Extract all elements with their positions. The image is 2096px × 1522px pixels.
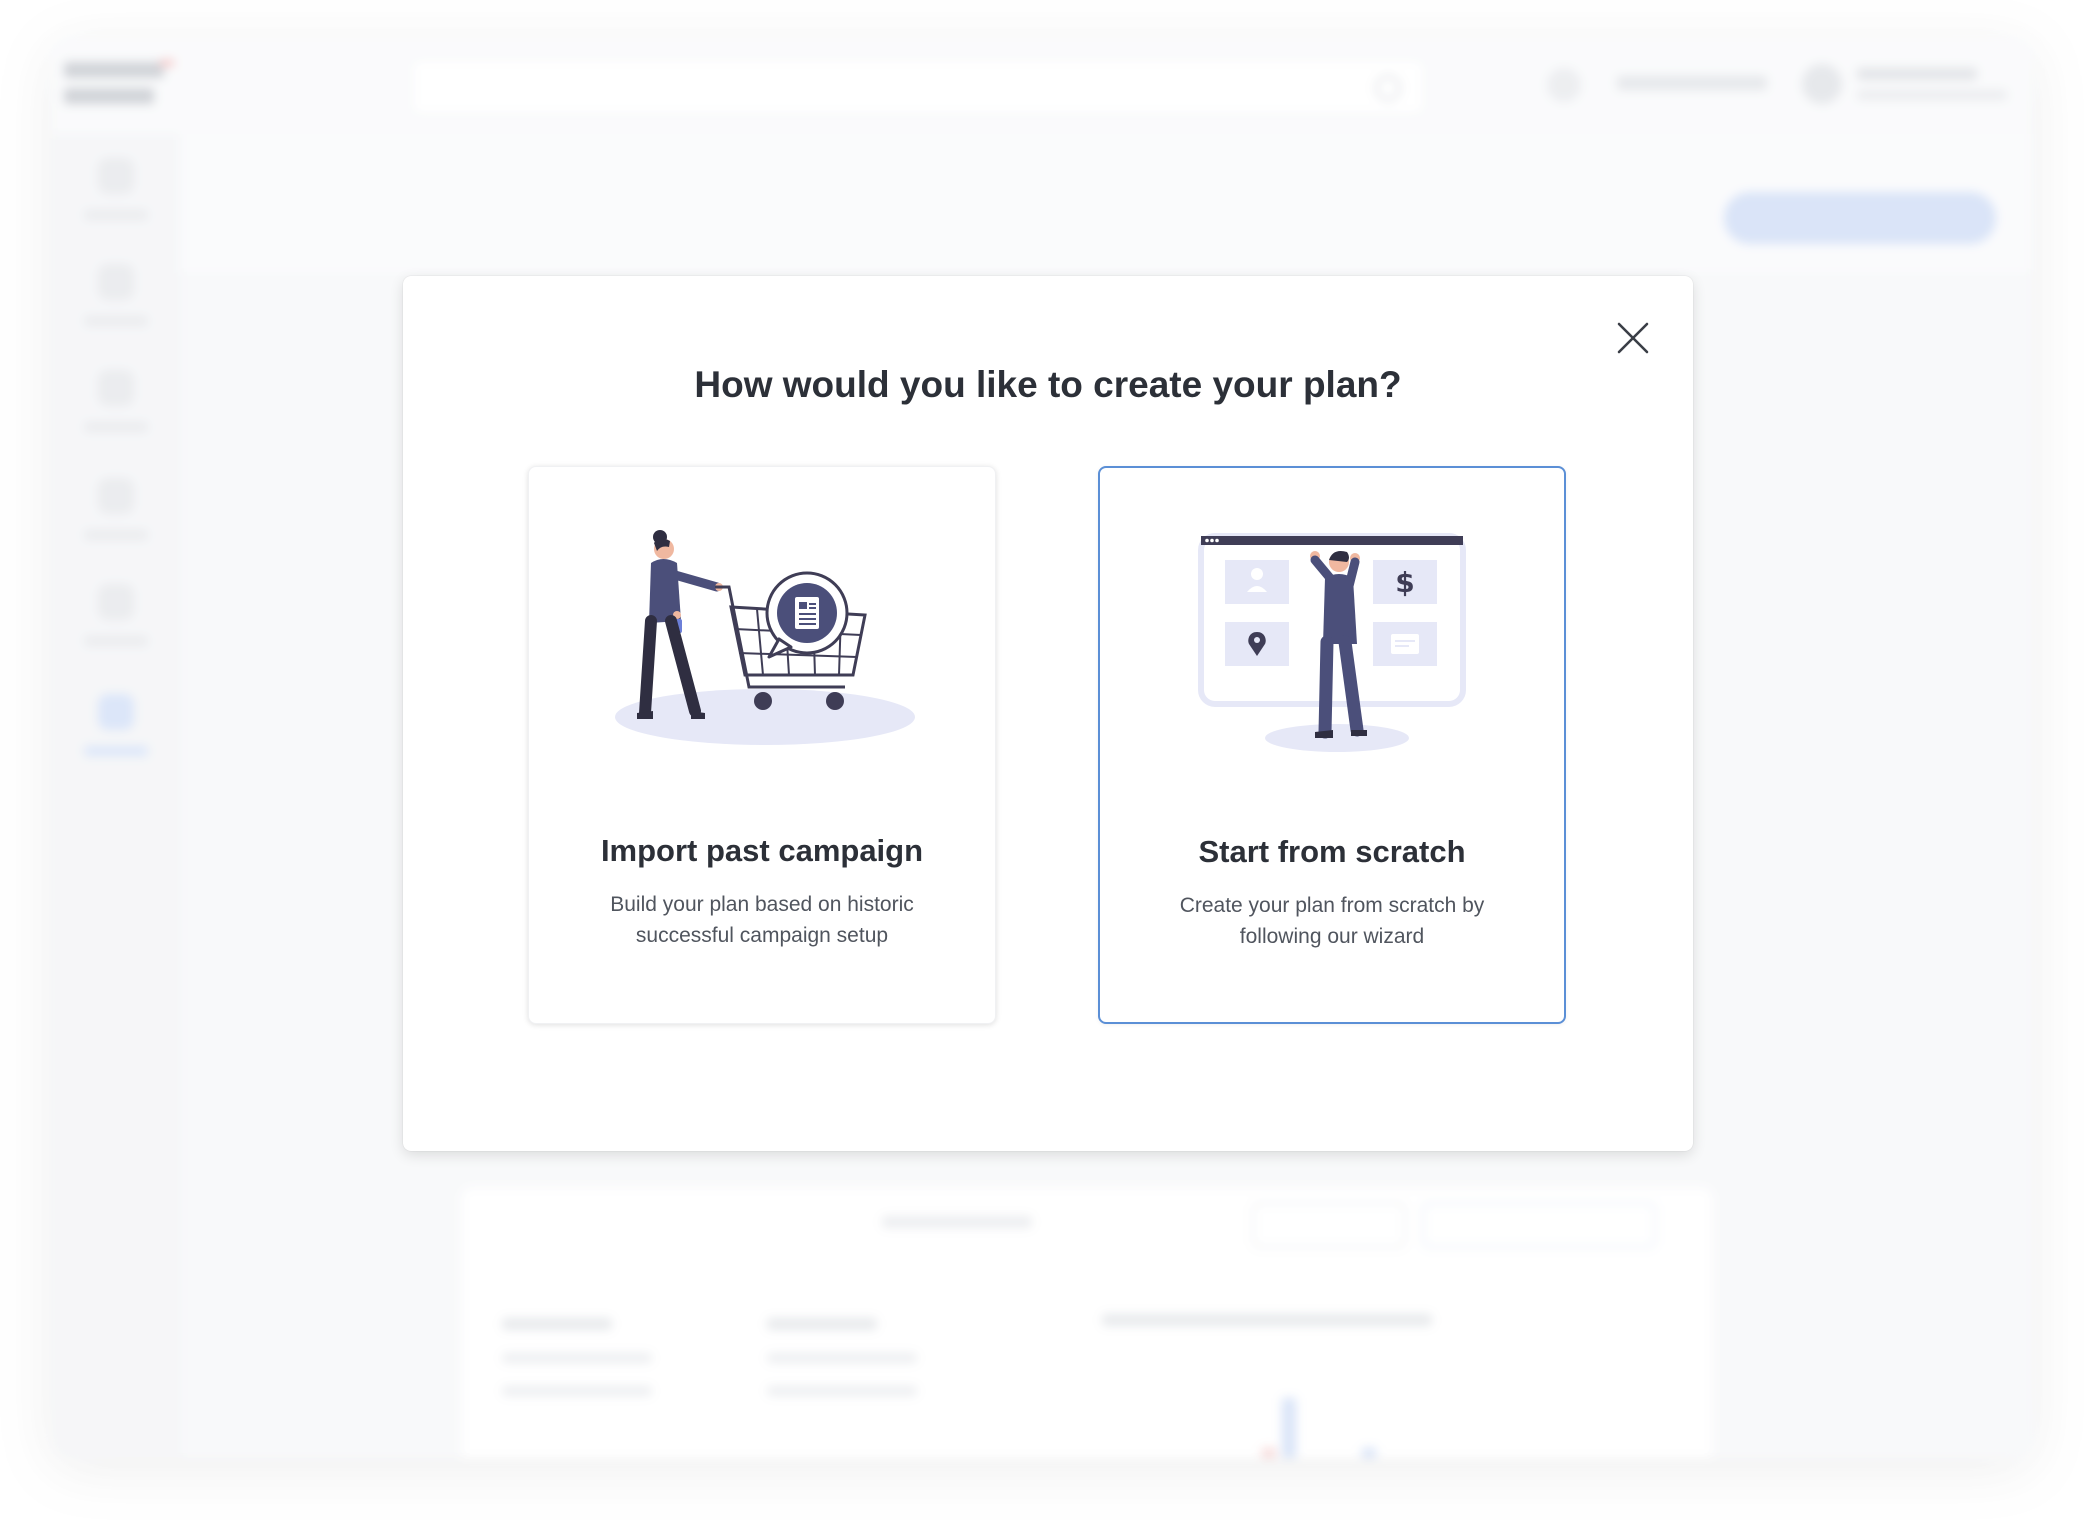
start-from-scratch-option[interactable]: $ Start from scratch Create your plan fr… <box>1098 466 1566 1024</box>
option-description: Create your plan from scratch by followi… <box>1179 894 1485 948</box>
modal-title: How would you like to create your plan? <box>694 364 1402 405</box>
import-past-campaign-option[interactable]: Import past campaign Build your plan bas… <box>528 466 996 1024</box>
option-title: Import past campaign <box>600 833 924 868</box>
option-description: Build your plan based on historic succes… <box>610 893 914 947</box>
dashboard-builder-illustration: $ <box>1187 518 1477 773</box>
close-button[interactable] <box>1611 316 1655 360</box>
create-plan-modal: How would you like to create your plan? <box>403 276 1693 1151</box>
svg-text:$: $ <box>1395 566 1414 599</box>
option-title: Start from scratch <box>1198 834 1466 869</box>
shopping-cart-illustration <box>607 517 917 772</box>
close-icon <box>1617 322 1649 354</box>
